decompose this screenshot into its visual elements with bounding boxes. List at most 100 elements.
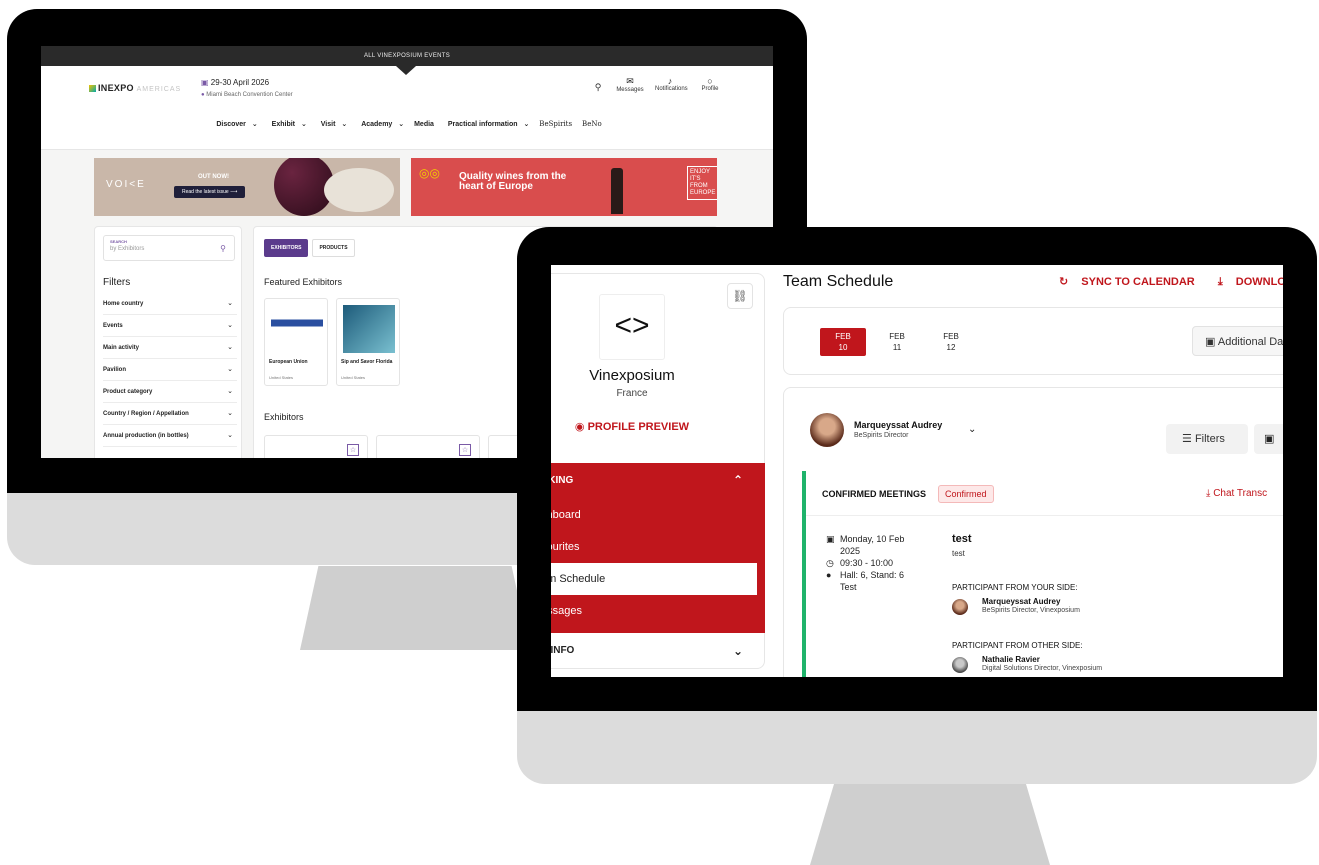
filters-button[interactable]: ☰ Filters xyxy=(1166,424,1248,454)
menu-item-favourites[interactable]: vourites xyxy=(551,541,765,553)
participant-your-side: Marqueyssat Audrey BeSpirits Director, V… xyxy=(952,597,1232,619)
exhibitor-image xyxy=(271,305,323,353)
search-input[interactable]: SEARCH by Exhibitors ⚲ xyxy=(103,235,235,261)
chevron-down-icon[interactable]: ⌄ xyxy=(968,424,976,435)
menu-header[interactable]: RKING⌃ xyxy=(551,473,765,487)
avatar xyxy=(952,599,968,615)
nav-visit[interactable]: Visit ⌄ xyxy=(317,121,347,128)
nav-exhibit[interactable]: Exhibit ⌄ xyxy=(268,121,307,128)
nav-academy[interactable]: Academy ⌄ xyxy=(357,121,404,128)
voice-logo: VOI<E xyxy=(106,179,146,190)
profile-button[interactable]: ○ Profile xyxy=(695,76,725,92)
filter-events[interactable]: Events ⌄ xyxy=(103,315,237,337)
other-side-label: PARTICIPANT FROM OTHER SIDE: xyxy=(952,641,1083,650)
company-country: France xyxy=(616,388,648,399)
featured-title: Featured Exhibitors xyxy=(264,277,343,287)
events-topbar[interactable]: ALL VINEXPOSIUM EVENTS xyxy=(41,46,773,75)
additional-dates-button[interactable]: ▣ Additional Da xyxy=(1192,326,1283,356)
menu-item-team-schedule[interactable]: am Schedule xyxy=(551,563,757,595)
location-pin-icon: ● xyxy=(201,92,205,98)
filter-pavilion[interactable]: Pavilion ⌄ xyxy=(103,359,237,381)
banners: VOI<E OUT NOW! Read the latest issue ⟶ ◎… xyxy=(94,158,717,216)
chevron-down-icon: ⌄ xyxy=(227,322,233,329)
exhibitor-tabs: EXHIBITORS PRODUCTS xyxy=(264,239,355,257)
networking-menu: RKING⌃ shboard vourites am Schedule essa… xyxy=(551,463,765,633)
messages-button[interactable]: ✉ Messages xyxy=(615,76,645,93)
europe-wines-banner[interactable]: ◎◎ Quality wines from the heart of Europe… xyxy=(411,158,717,216)
status-badge: Confirmed xyxy=(938,485,994,503)
info-section[interactable]: E INFO⌄ xyxy=(551,633,765,669)
person-name[interactable]: Marqueyssat Audrey xyxy=(854,420,942,430)
nav-bespirits[interactable]: BeSpirits xyxy=(539,120,572,128)
meetings-card: Marqueyssat Audrey BeSpirits Director ⌄ … xyxy=(783,387,1283,677)
chevron-down-icon: ⌄ xyxy=(227,410,233,417)
calendar-icon: ▣ xyxy=(201,78,209,87)
wine-bottle-image xyxy=(611,168,623,214)
date-chip[interactable]: FEB 12 xyxy=(928,328,974,356)
filter-country-region[interactable]: Country / Region / Appellation ⌄ xyxy=(103,403,237,425)
menu-item-messages[interactable]: essages xyxy=(551,605,765,617)
link-icon[interactable]: ⛓ xyxy=(727,283,753,309)
tab-exhibitors[interactable]: EXHIBITORS xyxy=(264,239,309,257)
menu-item-dashboard[interactable]: shboard xyxy=(551,509,765,521)
tab-products[interactable]: PRODUCTS xyxy=(312,239,355,257)
calendar-icon: ▣ xyxy=(826,534,835,544)
search-icon[interactable]: ⚲ xyxy=(591,82,605,93)
avatar xyxy=(810,413,844,447)
download-button[interactable]: ⤓ DOWNLOAD S xyxy=(1218,276,1283,288)
chevron-down-icon: ⌄ xyxy=(227,388,233,395)
sync-icon: ↻ xyxy=(1059,276,1069,288)
chevron-down-icon: ⌄ xyxy=(227,366,233,373)
participant-other-side: Nathalie Ravier Digital Solutions Direct… xyxy=(952,655,1232,677)
front-monitor-stand xyxy=(810,784,1050,865)
nav-beno[interactable]: BeNo xyxy=(582,120,602,128)
featured-card[interactable]: Sip and Savor Florida United States xyxy=(336,298,400,386)
exhibitors-title: Exhibitors xyxy=(264,412,304,422)
chevron-down-icon: ⌄ xyxy=(227,344,233,351)
company-logo: <> xyxy=(599,294,665,360)
location-pin-icon: ● xyxy=(826,570,832,580)
profile-preview-link[interactable]: ◉ PROFILE PREVIEW xyxy=(551,420,713,433)
header-icons: ⚲ ✉ Messages ♪ Notifications ○ Profile xyxy=(591,76,725,93)
featured-card[interactable]: European Union United States xyxy=(264,298,328,386)
filter-main-activity[interactable]: Main activity ⌄ xyxy=(103,337,237,359)
exhibitor-card[interactable]: ☆ xyxy=(376,435,480,458)
meeting-location: ● Hall: 6, Stand: 6 Test xyxy=(826,570,905,592)
event-date: ▣ 29-30 April 2026 xyxy=(201,78,270,87)
calendar-view-button[interactable]: ▣ xyxy=(1254,424,1283,454)
exhibitor-card[interactable]: ☆ xyxy=(264,435,368,458)
voice-banner[interactable]: VOI<E OUT NOW! Read the latest issue ⟶ xyxy=(94,158,400,216)
plate-image xyxy=(324,168,394,212)
calendar-icon: ▣ xyxy=(1264,433,1275,445)
envelope-icon: ✉ xyxy=(626,76,634,86)
chat-transcript-button[interactable]: ⤓ Chat Transc xyxy=(1206,488,1267,499)
logo-mark-icon xyxy=(89,85,96,92)
filter-home-country[interactable]: Home country ⌄ xyxy=(103,293,237,315)
chevron-down-icon: ⌄ xyxy=(227,300,233,307)
filter-product-category[interactable]: Product category ⌄ xyxy=(103,381,237,403)
notifications-button[interactable]: ♪ Notifications xyxy=(655,76,688,92)
nav-practical[interactable]: Practical information ⌄ xyxy=(444,121,529,128)
sliders-icon: ☰ xyxy=(1182,433,1192,445)
chevron-down-icon: ⌄ xyxy=(732,644,743,658)
nav-media[interactable]: Media xyxy=(414,121,434,128)
nav-discover[interactable]: Discover ⌄ xyxy=(212,121,257,128)
favorite-star-icon[interactable]: ☆ xyxy=(459,444,471,456)
sync-calendar-button[interactable]: ↻ SYNC TO CALENDAR xyxy=(1059,276,1205,288)
favorite-star-icon[interactable]: ☆ xyxy=(347,444,359,456)
filters-panel: SEARCH by Exhibitors ⚲ Filters Home coun… xyxy=(94,226,242,458)
site-header: INEXPO AMERICAS ▣ 29-30 April 2026 ● Mia… xyxy=(41,66,773,150)
user-icon: ○ xyxy=(707,76,713,86)
date-chip[interactable]: FEB 10 xyxy=(820,328,866,356)
company-name: Vinexposium xyxy=(589,367,675,384)
your-side-label: PARTICIPANT FROM YOUR SIDE: xyxy=(952,583,1078,592)
site-logo[interactable]: INEXPO AMERICAS xyxy=(89,83,181,93)
search-icon[interactable]: ⚲ xyxy=(220,244,226,253)
date-chip[interactable]: FEB 11 xyxy=(874,328,920,356)
front-monitor: ⛓ <> Vinexposium France ◉ PROFILE PREVIE… xyxy=(517,227,1317,784)
meeting-description: test xyxy=(952,549,965,558)
read-issue-button[interactable]: Read the latest issue ⟶ xyxy=(174,186,246,198)
exhibitor-image xyxy=(343,305,395,353)
avatar xyxy=(952,657,968,673)
filter-annual-production[interactable]: Annual production (in bottles) ⌄ xyxy=(103,425,237,447)
